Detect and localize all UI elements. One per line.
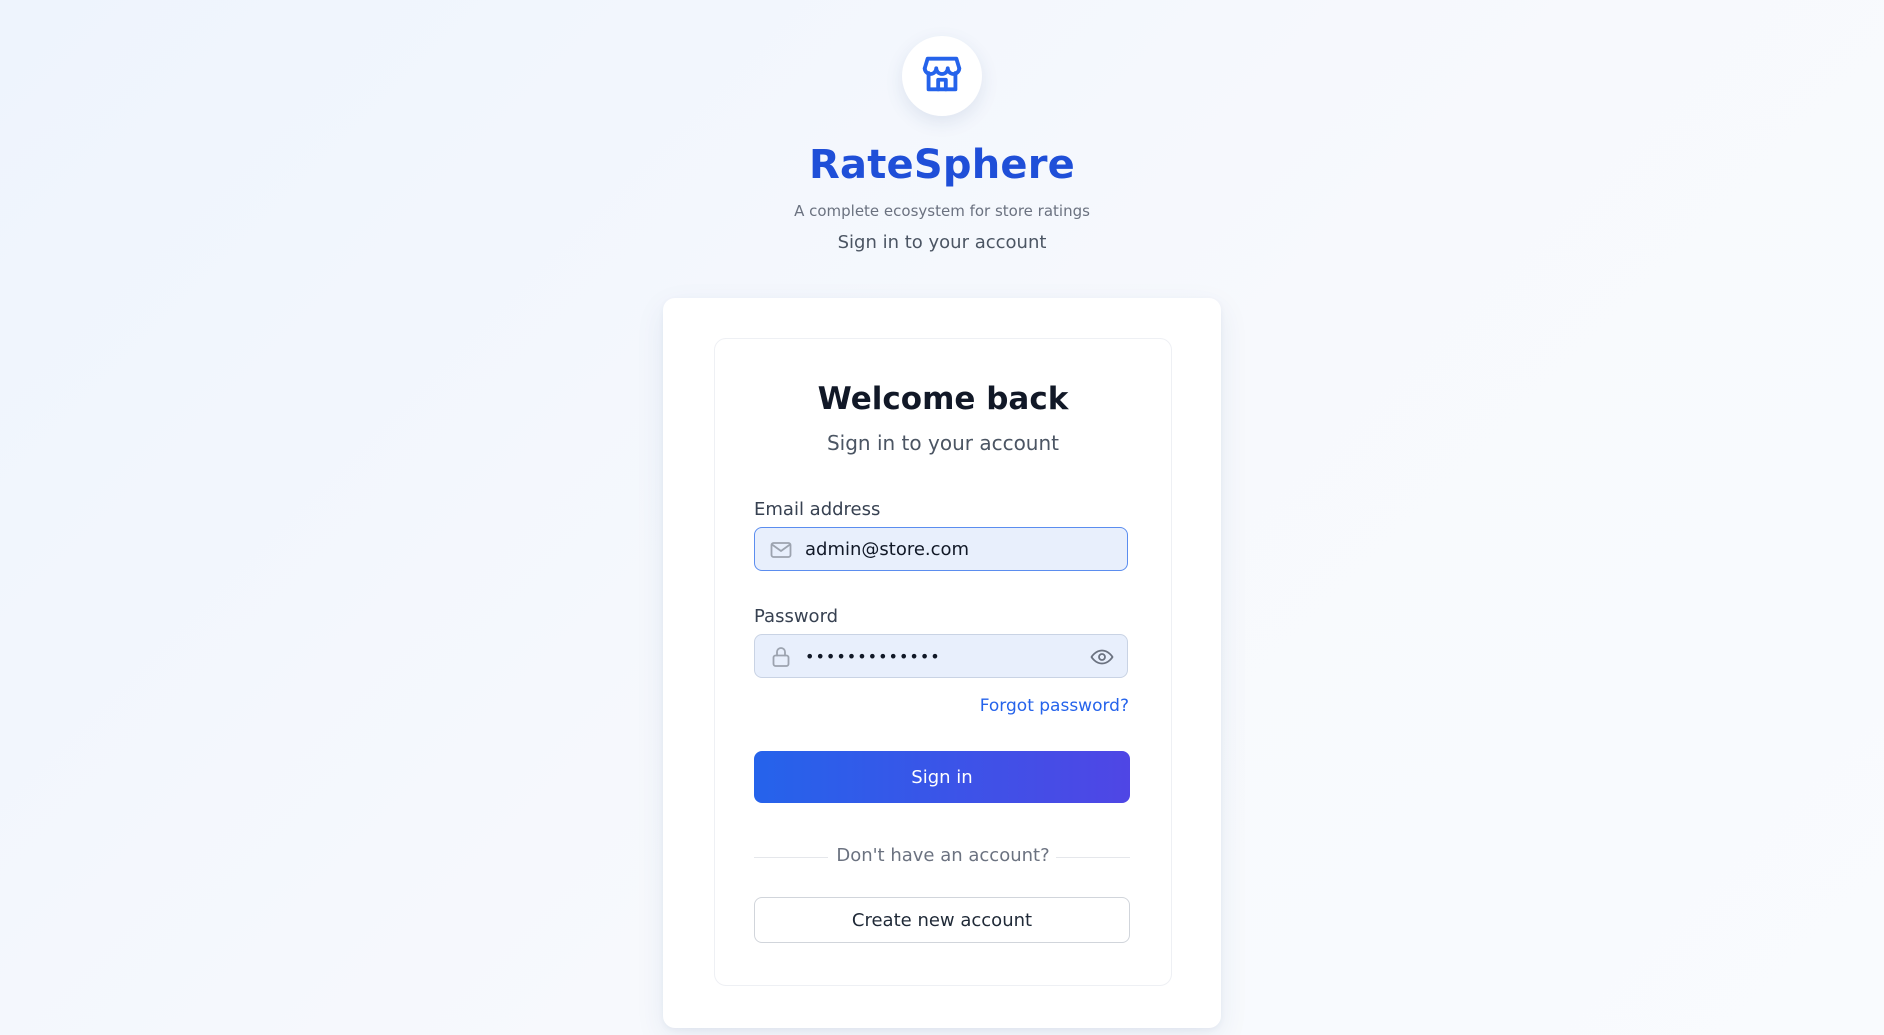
form-subtitle: Sign in to your account (826, 431, 1059, 455)
sign-in-button[interactable]: Sign in (754, 751, 1130, 803)
eye-icon[interactable] (1089, 645, 1115, 669)
page-subheading: Sign in to your account (837, 232, 1047, 253)
email-label: Email address (754, 499, 881, 520)
create-account-button[interactable]: Create new account (754, 897, 1130, 943)
email-value[interactable]: admin@store.com (805, 528, 969, 572)
lock-icon (769, 645, 793, 669)
password-field[interactable]: ••••••••••••• (754, 634, 1128, 678)
form-title: Welcome back (817, 381, 1069, 417)
divider-right (1056, 857, 1130, 858)
login-form: Welcome back Sign in to your account Ema… (714, 338, 1172, 986)
logo-badge (902, 36, 982, 116)
divider-text: Don't have an account? (836, 845, 1050, 866)
brand-tagline: A complete ecosystem for store ratings (794, 202, 1090, 220)
brand-name: RateSphere (809, 142, 1075, 188)
mail-icon (769, 538, 793, 562)
forgot-password-link[interactable]: Forgot password? (980, 696, 1129, 716)
login-card: Welcome back Sign in to your account Ema… (663, 298, 1221, 1028)
password-value[interactable]: ••••••••••••• (805, 635, 941, 679)
email-field[interactable]: admin@store.com (754, 527, 1128, 571)
password-label: Password (754, 606, 839, 627)
store-icon (919, 51, 965, 101)
